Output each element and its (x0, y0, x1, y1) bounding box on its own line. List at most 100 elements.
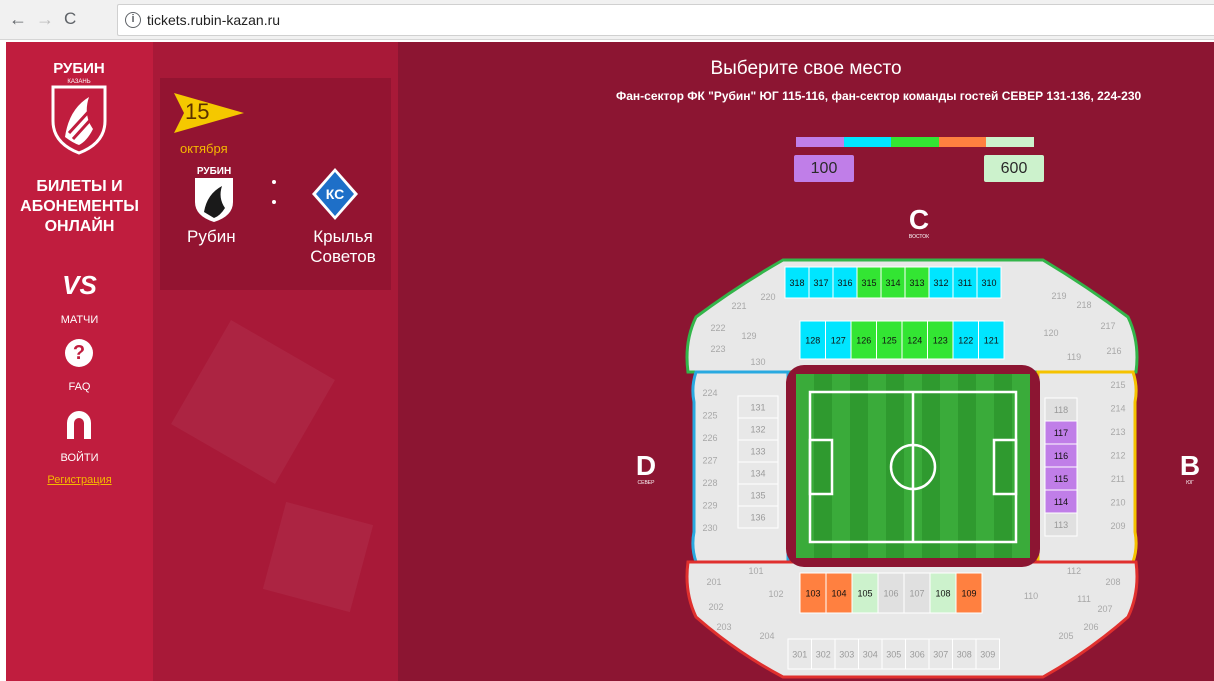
seat-sector[interactable]: 125 (876, 320, 903, 360)
seat-sector[interactable]: 132 (737, 417, 779, 441)
seat-sector[interactable]: 113 (1044, 512, 1078, 537)
seat-sector-label[interactable]: 208 (1105, 577, 1120, 587)
seat-sector[interactable]: 135 (737, 483, 779, 507)
seat-sector[interactable]: 117 (1044, 420, 1078, 445)
seat-sector[interactable]: 109 (955, 572, 983, 614)
seat-sector-label[interactable]: 230 (702, 523, 717, 533)
seat-sector[interactable]: 123 (927, 320, 954, 360)
seat-sector[interactable]: 317 (808, 266, 834, 299)
seat-sector-label[interactable]: 120 (1043, 328, 1058, 338)
seat-sector[interactable]: 307 (928, 638, 953, 670)
url-text[interactable]: tickets.rubin-kazan.ru (147, 12, 280, 28)
seat-sector[interactable]: 303 (834, 638, 859, 670)
seat-sector[interactable]: 124 (901, 320, 928, 360)
seat-sector[interactable]: 306 (905, 638, 930, 670)
seat-sector-label[interactable]: 222 (710, 323, 725, 333)
seat-sector-label[interactable]: 130 (750, 357, 765, 367)
seat-sector[interactable]: 133 (737, 439, 779, 463)
seat-sector[interactable]: 126 (850, 320, 877, 360)
seat-sector[interactable]: 105 (851, 572, 879, 614)
seat-sector-label[interactable]: 216 (1106, 346, 1121, 356)
seat-sector-label[interactable]: 228 (702, 478, 717, 488)
seat-sector-label[interactable]: 224 (702, 388, 717, 398)
seat-sector-label[interactable]: 201 (706, 577, 721, 587)
seat-sector-label[interactable]: 129 (741, 331, 756, 341)
login-link[interactable]: ВОЙТИ (6, 452, 153, 464)
seat-sector-label[interactable]: 112 (1067, 566, 1081, 576)
seat-sector-label[interactable]: 111 (1077, 594, 1091, 604)
seat-sector[interactable]: 116 (1044, 443, 1078, 468)
seat-sector[interactable]: 128 (799, 320, 826, 360)
register-link[interactable]: Регистрация (6, 474, 153, 486)
seat-sector-label[interactable]: 204 (759, 631, 774, 641)
seat-sector-label[interactable]: 206 (1083, 622, 1098, 632)
seat-sector-label[interactable]: 221 (731, 301, 746, 311)
seat-sector-label[interactable]: 225 (702, 411, 717, 421)
seat-sector-label[interactable]: 209 (1110, 521, 1125, 531)
svg-text:127: 127 (831, 336, 846, 346)
seat-sector-label[interactable]: 217 (1100, 321, 1115, 331)
reload-icon[interactable]: C (64, 9, 76, 29)
faq-icon[interactable]: ? (65, 339, 93, 367)
seat-sector[interactable]: 318 (784, 266, 810, 299)
seat-sector-label[interactable]: 202 (708, 602, 723, 612)
seat-sector[interactable]: 315 (856, 266, 882, 299)
seat-sector[interactable]: 115 (1044, 466, 1078, 491)
seat-sector[interactable]: 103 (799, 572, 827, 614)
matches-vs-icon[interactable]: VS (6, 270, 153, 301)
seat-sector[interactable]: 114 (1044, 489, 1078, 514)
forward-arrow-icon[interactable]: → (36, 9, 54, 29)
seat-sector-label[interactable]: 226 (702, 433, 717, 443)
seat-sector[interactable]: 302 (811, 638, 836, 670)
seat-sector-label[interactable]: 223 (710, 344, 725, 354)
seat-sector-label[interactable]: 210 (1110, 498, 1125, 508)
seat-sector[interactable]: 312 (928, 266, 954, 299)
matches-link[interactable]: МАТЧИ (6, 314, 153, 326)
seat-sector-label[interactable]: 227 (702, 456, 717, 466)
seat-sector-label[interactable]: 214 (1110, 404, 1125, 414)
match-card[interactable]: 15 октября РУБИН Рубин КС Крылья Советов (160, 78, 391, 290)
seat-sector[interactable]: 121 (978, 320, 1005, 360)
seat-sector[interactable]: 104 (825, 572, 853, 614)
seat-sector[interactable]: 313 (904, 266, 930, 299)
seat-sector-label[interactable]: 218 (1076, 300, 1091, 310)
seat-sector[interactable]: 122 (952, 320, 979, 360)
seat-sector-label[interactable]: 207 (1097, 604, 1112, 614)
back-arrow-icon[interactable]: ← (9, 9, 27, 29)
seat-sector-label[interactable]: 215 (1110, 380, 1125, 390)
seat-sector-label[interactable]: 219 (1051, 291, 1066, 301)
seat-sector[interactable]: 308 (952, 638, 977, 670)
seat-sector-label[interactable]: 119 (1067, 352, 1081, 362)
seat-sector[interactable]: 107 (903, 572, 931, 614)
user-icon[interactable] (65, 410, 93, 439)
seat-sector[interactable]: 301 (787, 638, 812, 670)
seat-sector-label[interactable]: 205 (1058, 631, 1073, 641)
seat-sector-label[interactable]: 211 (1111, 474, 1125, 484)
seat-sector-label[interactable]: 110 (1024, 591, 1038, 601)
seat-sector[interactable]: 304 (858, 638, 883, 670)
seat-sector-label[interactable]: 213 (1110, 427, 1125, 437)
seat-sector-label[interactable]: 229 (702, 501, 717, 511)
seat-sector-label[interactable]: 101 (748, 566, 763, 576)
seat-sector[interactable]: 305 (881, 638, 906, 670)
seat-sector[interactable]: 131 (737, 395, 779, 419)
seat-sector[interactable]: 311 (952, 266, 978, 299)
seat-sector[interactable]: 106 (877, 572, 905, 614)
seat-sector[interactable]: 127 (825, 320, 852, 360)
seat-sector[interactable]: 108 (929, 572, 957, 614)
seat-sector-label[interactable]: 102 (768, 589, 783, 599)
seat-sector[interactable]: 314 (880, 266, 906, 299)
faq-link[interactable]: FAQ (6, 381, 153, 393)
address-bar[interactable]: i tickets.rubin-kazan.ru (117, 4, 1214, 36)
seat-sector-label[interactable]: 212 (1110, 451, 1125, 461)
seat-sector[interactable]: 309 (975, 638, 1000, 670)
site-info-icon[interactable]: i (125, 12, 141, 28)
seat-sector[interactable]: 316 (832, 266, 858, 299)
seat-sector-label[interactable]: 220 (760, 292, 775, 302)
seat-sector[interactable]: 118 (1044, 397, 1078, 422)
rubin-logo[interactable]: РУБИН КАЗАНЬ (47, 59, 111, 174)
seat-sector[interactable]: 310 (976, 266, 1002, 299)
seat-sector[interactable]: 134 (737, 461, 779, 485)
seat-sector[interactable]: 136 (737, 505, 779, 529)
seat-sector-label[interactable]: 203 (716, 622, 731, 632)
